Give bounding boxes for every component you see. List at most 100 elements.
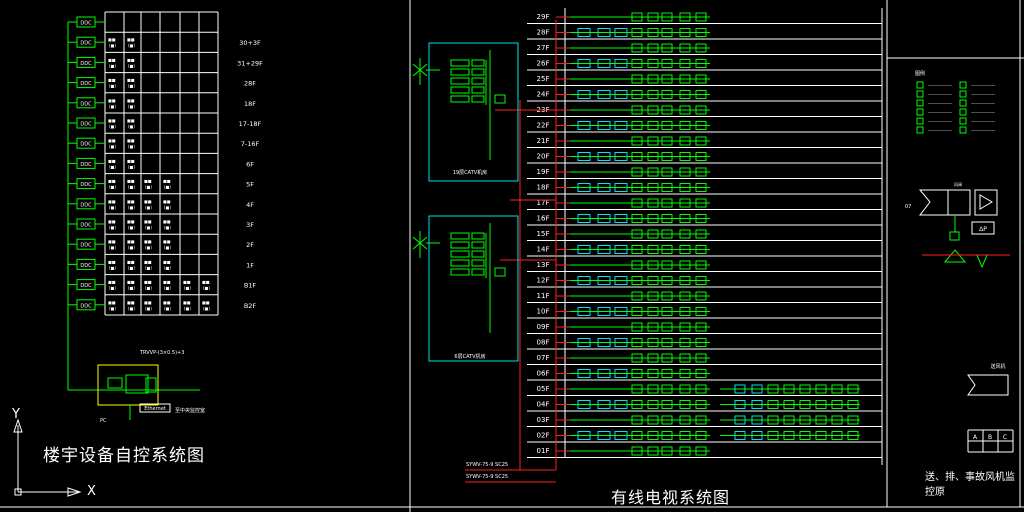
ddc-label: DDC [80, 162, 92, 168]
bas-cell-mark: (■) [128, 124, 135, 129]
legend-swatch [916, 117, 924, 125]
bas-cell-mark: (■) [109, 286, 116, 291]
bas-cell-mark: (■) [128, 286, 135, 291]
bas-cell-mark: ■■ [144, 300, 152, 305]
legend-desc: —————— [971, 101, 995, 106]
catv-module [471, 59, 485, 67]
axis-y-label: Y [12, 407, 21, 422]
floor-label-left: 31+29F [237, 59, 263, 67]
legend-swatch [916, 90, 924, 98]
legend-swatch [916, 81, 924, 89]
ddc-label: DDC [80, 223, 92, 229]
legend-desc: —————— [928, 83, 952, 88]
bas-cell-mark: ■■ [108, 179, 116, 184]
bas-cell-mark: (■) [128, 225, 135, 230]
bas-cell-mark: ■■ [144, 179, 152, 184]
bas-cell-mark: (■) [164, 205, 171, 210]
ddc-label: DDC [80, 142, 92, 148]
bas-cell-mark: ■■ [163, 280, 171, 285]
bas-cell-mark: (■) [109, 205, 116, 210]
sensor-box [949, 231, 960, 241]
bas-cell-mark: (■) [164, 286, 171, 291]
catv-module [450, 259, 470, 267]
bas-cell-mark: (■) [128, 265, 135, 270]
bas-cell-mark: ■■ [127, 78, 135, 83]
bas-cell-mark: ■■ [183, 280, 191, 285]
legend-desc: —————— [971, 128, 995, 133]
floor-label-left: 30+3F [239, 39, 261, 47]
bas-cell-mark: ■■ [127, 259, 135, 264]
legend-swatch [916, 99, 924, 107]
ddc-label: DDC [80, 263, 92, 269]
catv-module [471, 232, 485, 240]
bas-cell-mark: ■■ [127, 118, 135, 123]
pc-monitor [107, 377, 123, 389]
bas-cell-mark: ■■ [108, 118, 116, 123]
catv-module [450, 268, 470, 276]
floor-label-left: 1F [246, 261, 254, 269]
bas-cell-mark: (■) [128, 63, 135, 68]
catv-floor-label: 28F [537, 29, 550, 37]
bas-cell-mark: (■) [164, 306, 171, 311]
catv-module [471, 268, 485, 276]
legend-desc: —————— [971, 119, 995, 124]
cable-label: SYWV-75-9 SC25 [466, 462, 508, 468]
legend-desc: —————— [928, 92, 952, 97]
ethernet-label: Ethernet [144, 406, 166, 412]
floor-label-left: B2F [244, 302, 257, 310]
catv-floor-label: 08F [537, 339, 550, 347]
legend-desc: —————— [928, 119, 952, 124]
catv-floor-label: 21F [537, 137, 550, 145]
catv-floor-label: 19F [537, 168, 550, 176]
bas-cell-mark: (■) [184, 306, 191, 311]
bas-cell-mark: ■■ [127, 179, 135, 184]
floor-label-left: 3F [246, 221, 254, 229]
ddc-label: DDC [80, 81, 92, 87]
bas-cell-mark: ■■ [127, 37, 135, 42]
bas-cell-mark: ■■ [183, 300, 191, 305]
bas-cell-mark: (■) [145, 286, 152, 291]
floor-label-left: 2F [246, 241, 254, 249]
floor-label-left: 18F [244, 100, 256, 108]
bas-cell-mark: ■■ [163, 259, 171, 264]
catv-module [450, 241, 470, 249]
catv-floor-label: 02F [537, 432, 550, 440]
bas-cell-mark: (■) [128, 144, 135, 149]
catv-floor-label: 10F [537, 308, 550, 316]
bas-cell-mark: ■■ [127, 219, 135, 224]
bas-cell-mark: ■■ [127, 300, 135, 305]
bas-cell-mark: (■) [109, 265, 116, 270]
bas-cell-mark: ■■ [108, 158, 116, 163]
bas-cell-mark: ■■ [108, 138, 116, 143]
catv-headend-top [428, 42, 519, 182]
legend-title: 图例 [915, 70, 925, 77]
legend-swatch [959, 126, 967, 134]
catv-floor-label: 13F [537, 261, 550, 269]
legend-swatch [959, 99, 967, 107]
pc-station-box [97, 364, 159, 406]
cad-drawing-canvas[interactable]: ■■ (■) ■■ (■) ■■ (■) ■■ (■) ■■ (■) ■■ (■) ■■ (■) ■■ (■)… [0, 0, 1024, 512]
bas-cell-mark: ■■ [144, 219, 152, 224]
bas-cell-mark: (■) [128, 104, 135, 109]
motor-symbol [943, 249, 967, 263]
catv-floor-label: 07F [537, 354, 550, 362]
catv-floor-label: 24F [537, 91, 550, 99]
bas-cell-mark: (■) [128, 164, 135, 169]
headend-top-caption: 19层CATV机房 [453, 169, 487, 176]
bas-cell-mark: ■■ [163, 239, 171, 244]
cable-note: TRVVP-(3×0.5)+3 [139, 350, 184, 356]
bas-cell-mark: (■) [109, 144, 116, 149]
bas-cell-mark: (■) [109, 84, 116, 89]
floor-label-left: 28F [244, 80, 256, 88]
bas-cell-mark: (■) [109, 185, 116, 190]
catv-floor-label: 09F [537, 323, 550, 331]
catv-floor-label: 12F [537, 277, 550, 285]
catv-module [471, 250, 485, 258]
bas-cell-mark: (■) [109, 124, 116, 129]
legend-desc: —————— [928, 128, 952, 133]
bas-cell-mark: (■) [145, 225, 152, 230]
cad-drawing: ■■(■)■■(■)■■(■)■■(■)■■(■)■■(■)■■(■)■■(■)… [0, 0, 1024, 512]
bas-cell-mark: ■■ [127, 138, 135, 143]
bas-cell-mark: ■■ [108, 98, 116, 103]
legend-desc: —————— [928, 101, 952, 106]
